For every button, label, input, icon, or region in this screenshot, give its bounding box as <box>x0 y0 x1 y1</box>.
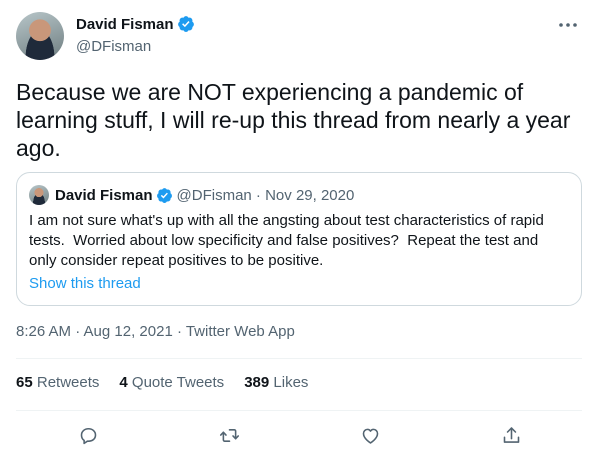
likes-count: 389 <box>244 374 270 391</box>
quote-tweets-count: 4 <box>119 374 128 391</box>
likes-label: Likes <box>273 374 309 391</box>
author-name-row: David Fisman <box>76 15 195 33</box>
reply-icon <box>80 427 96 444</box>
quoted-handle-date: @DFisman · Nov 29, 2020 <box>176 186 355 204</box>
verified-badge-icon <box>156 187 172 203</box>
author-avatar[interactable] <box>16 12 64 60</box>
quoted-tweet-header: David Fisman @DFisman · Nov 29, 2020 <box>29 185 354 205</box>
tweet-stats: 65 Retweets 4 Quote Tweets 389 Likes <box>16 374 328 391</box>
author-name[interactable]: David Fisman <box>76 16 174 33</box>
tweet-timestamp[interactable]: 8:26 AM · Aug 12, 2021 · Twitter Web App <box>16 323 295 340</box>
divider <box>16 358 582 359</box>
more-icon[interactable] <box>554 14 582 36</box>
retweet-icon <box>219 428 239 442</box>
divider <box>16 410 582 411</box>
like-icon <box>362 428 378 444</box>
share-button[interactable] <box>496 420 526 450</box>
reply-button[interactable] <box>73 420 103 450</box>
tweet-text: Because we are NOT experiencing a pandem… <box>16 79 571 161</box>
quoted-tweet-card[interactable]: David Fisman @DFisman · Nov 29, 2020 I a… <box>16 172 582 306</box>
share-icon <box>503 426 519 443</box>
verified-badge-icon <box>177 16 194 32</box>
like-button[interactable] <box>355 420 385 450</box>
retweets-count: 65 <box>16 374 33 391</box>
quoted-author-avatar <box>29 185 49 205</box>
quoted-tweet-text: I am not sure what's up with all the ang… <box>29 212 548 269</box>
quote-tweets-label: Quote Tweets <box>131 374 225 391</box>
quote-tweets-stat[interactable]: 4 Quote Tweets <box>119 374 224 391</box>
likes-stat[interactable]: 389 Likes <box>244 374 308 391</box>
more-dots-glyph <box>559 23 577 27</box>
tweet-actions <box>16 420 582 450</box>
retweet-button[interactable] <box>214 420 244 450</box>
retweets-stat[interactable]: 65 Retweets <box>16 374 99 391</box>
tweet-header: David Fisman @DFisman <box>16 12 582 62</box>
retweets-label: Retweets <box>36 374 100 391</box>
author-handle[interactable]: @DFisman <box>76 38 151 55</box>
quoted-author-name: David Fisman <box>55 186 153 204</box>
show-thread-link[interactable]: Show this thread <box>29 275 141 292</box>
